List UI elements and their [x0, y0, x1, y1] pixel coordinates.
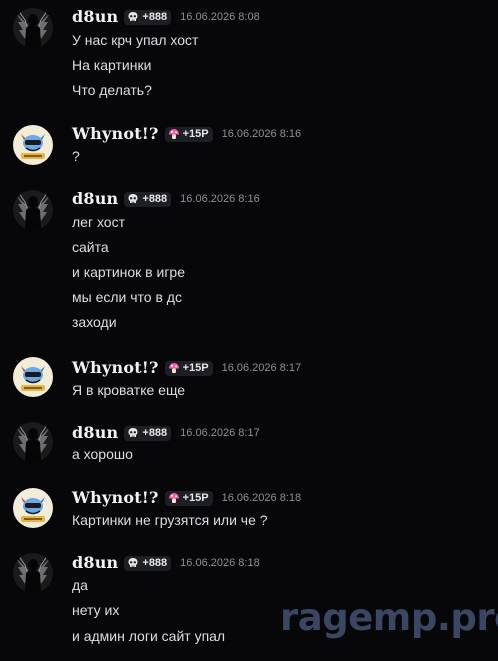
watermark: ragemp.pro [280, 596, 498, 639]
badge-label: +888 [142, 556, 168, 569]
user-badge[interactable]: +888 [124, 555, 172, 571]
avatar-d8un[interactable] [13, 553, 53, 593]
skull-icon [127, 557, 139, 569]
username[interactable]: d8un [72, 554, 118, 572]
message-text: да [72, 577, 88, 593]
avatar-image [13, 553, 53, 593]
message-text: нету их [72, 602, 120, 618]
message-text: и админ логи сайт упал [72, 628, 226, 644]
timestamp: 16.06.2026 8:18 [180, 557, 260, 569]
message: d8un +888 16.06.2026 8:18 да нету их и а… [0, 0, 498, 661]
message-header: d8un +888 16.06.2026 8:18 [72, 554, 260, 572]
